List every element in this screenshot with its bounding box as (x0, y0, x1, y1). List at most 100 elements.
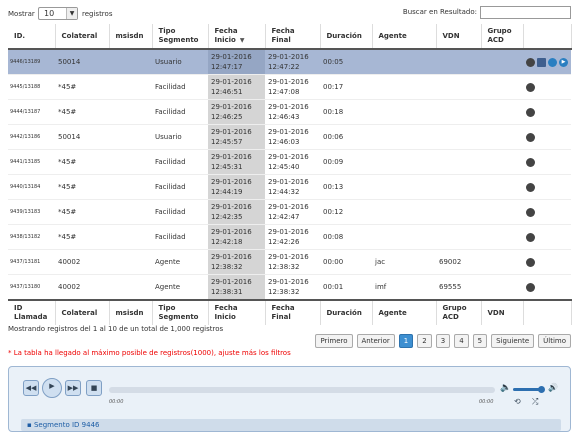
current-time: 00:00 (109, 399, 124, 405)
cell-duracion: 00:01 (320, 274, 372, 301)
detail-icon[interactable] (526, 232, 535, 242)
cell-duracion: 00:17 (320, 74, 372, 100)
cell-tipo: Usuario (152, 124, 208, 150)
pagination: Primero Anterior 1 2 3 4 5 Siguiente Últ… (315, 334, 571, 348)
col-colateral[interactable]: Colateral (55, 24, 110, 50)
detail-icon[interactable] (526, 257, 535, 267)
cell-id: 9440/13184 (8, 174, 55, 200)
col-fecha-final[interactable]: Fecha Final (265, 24, 321, 50)
col-duracion[interactable]: Duración (320, 24, 373, 50)
row-actions (523, 224, 571, 250)
last-page-button[interactable]: Último (538, 334, 571, 348)
search-input[interactable] (480, 6, 571, 19)
cell-colateral: 40002 (55, 249, 109, 275)
detail-icon[interactable] (526, 207, 535, 217)
cell-duracion: 00:18 (320, 99, 372, 125)
col-grupo-acd[interactable]: Grupo ACD (481, 24, 524, 50)
col-msisdn[interactable]: msisdn (109, 24, 153, 50)
cell-tipo: Facilidad (152, 174, 208, 200)
shuffle-icon[interactable]: ⤮ (532, 397, 538, 407)
cell-vdn (436, 224, 481, 250)
table-row[interactable]: 9440/13184 *45# Facilidad 29-01-2016 12:44:… (8, 174, 571, 200)
foot-colateral: Colateral (55, 299, 110, 325)
volume-handle[interactable] (538, 386, 545, 393)
detail-icon[interactable] (526, 82, 535, 92)
prev-page-button[interactable]: Anterior (356, 334, 395, 348)
cell-vdn (436, 124, 481, 150)
detail-icon[interactable] (526, 157, 535, 167)
segment-label: Segmento ID 9446 (33, 421, 100, 429)
row-actions (523, 149, 571, 175)
table-row[interactable]: 9445/13188 *45# Facilidad 29-01-2016 12:46:… (8, 74, 571, 100)
volume-max-icon[interactable]: 🔊 (548, 383, 558, 392)
table-row[interactable]: 9444/13187 *45# Facilidad 29-01-2016 12:46:… (8, 99, 571, 125)
stop-button[interactable]: ■ (86, 380, 102, 396)
cell-final: 29-01-2016 12:38:32 (265, 274, 320, 301)
col-id[interactable]: ID. (8, 24, 56, 50)
bookmark-icon[interactable] (537, 57, 546, 67)
cell-msisdn (109, 99, 152, 125)
table-row[interactable]: 9439/13183 *45# Facilidad 29-01-2016 12:42:… (8, 199, 571, 225)
cell-colateral: 40002 (55, 274, 109, 301)
col-fecha-inicio-label: Fecha Inicio (214, 27, 238, 44)
playlist-item[interactable]: ▪ Segmento ID 9446 (21, 419, 561, 431)
cell-final: 29-01-2016 12:47:22 (265, 49, 320, 75)
cell-msisdn (109, 124, 152, 150)
cell-id: 9442/13186 (8, 124, 55, 150)
col-tipo-segmento[interactable]: Tipo Segmento (152, 24, 209, 50)
first-page-button[interactable]: Primero (315, 334, 353, 348)
detail-icon[interactable] (526, 57, 535, 67)
table-row[interactable]: 9437/13180 40002 Agente 29-01-2016 12:38:31… (8, 274, 571, 301)
col-agente[interactable]: Agente (372, 24, 437, 50)
volume-mute-icon[interactable]: 🔈 (500, 383, 511, 393)
table-row[interactable]: 9438/13182 *45# Facilidad 29-01-2016 12:42:… (8, 224, 571, 250)
play-row-icon[interactable]: ▶ (559, 57, 568, 67)
cell-duracion: 00:00 (320, 249, 372, 275)
table-row[interactable]: 9437/13181 40002 Agente 29-01-2016 12:38:32… (8, 249, 571, 275)
seek-bar[interactable] (109, 387, 495, 393)
col-fecha-inicio[interactable]: Fecha Inicio ▼ (208, 24, 266, 50)
detail-icon[interactable] (526, 182, 535, 192)
forward-button[interactable]: ▶▶ (65, 380, 81, 396)
foot-agente: Agente (372, 299, 437, 325)
cell-agente (372, 224, 436, 250)
page-button-5[interactable]: 5 (472, 334, 488, 348)
row-actions (523, 199, 571, 225)
table-row[interactable]: 9442/13186 50014 Usuario 29-01-2016 12:45:5… (8, 124, 571, 150)
volume-slider[interactable] (513, 388, 541, 391)
cell-msisdn (109, 149, 152, 175)
cell-grupo (481, 99, 523, 125)
cell-vdn: 69002 (436, 249, 481, 275)
next-page-button[interactable]: Siguiente (491, 334, 535, 348)
cell-tipo: Agente (152, 249, 208, 275)
cell-grupo (481, 199, 523, 225)
page-length-select[interactable]: 10 ▼ (38, 7, 78, 20)
cell-id: 9441/13185 (8, 149, 55, 175)
page-button-2[interactable]: 2 (417, 334, 432, 348)
cell-id: 9437/13181 (8, 249, 55, 275)
detail-icon[interactable] (526, 282, 535, 292)
page-button-4[interactable]: 4 (454, 334, 469, 348)
page-button-1[interactable]: 1 (398, 334, 414, 348)
table-row[interactable]: 9441/13185 *45# Facilidad 29-01-2016 12:45:… (8, 149, 571, 175)
foot-grupo-acd: Grupo ACD (436, 299, 482, 325)
rewind-icon: ◀◀ (25, 384, 37, 392)
detail-icon[interactable] (526, 132, 535, 142)
cell-agente (372, 49, 436, 75)
cell-vdn: 69555 (436, 274, 481, 301)
header-row: ID. Colateral msisdn Tipo Segmento Fecha… (8, 24, 572, 50)
play-button[interactable]: ▶ (42, 378, 62, 398)
download-icon[interactable] (548, 57, 557, 67)
rewind-button[interactable]: ◀◀ (23, 380, 39, 396)
page-button-3[interactable]: 3 (435, 334, 451, 348)
col-vdn[interactable]: VDN (436, 24, 482, 50)
detail-icon[interactable] (526, 107, 535, 117)
cell-inicio: 29-01-2016 12:46:25 (208, 99, 265, 125)
cell-id: 9446/13189 (8, 49, 55, 75)
cell-duracion: 00:13 (320, 174, 372, 200)
cell-inicio: 29-01-2016 12:47:17 (208, 49, 265, 75)
cell-grupo (481, 224, 523, 250)
repeat-icon[interactable]: ⟲ (514, 397, 521, 406)
table-row[interactable]: 9446/13189 50014 Usuario 29-01-2016 12:47:1… (8, 49, 571, 75)
sort-desc-icon: ▼ (239, 37, 245, 44)
